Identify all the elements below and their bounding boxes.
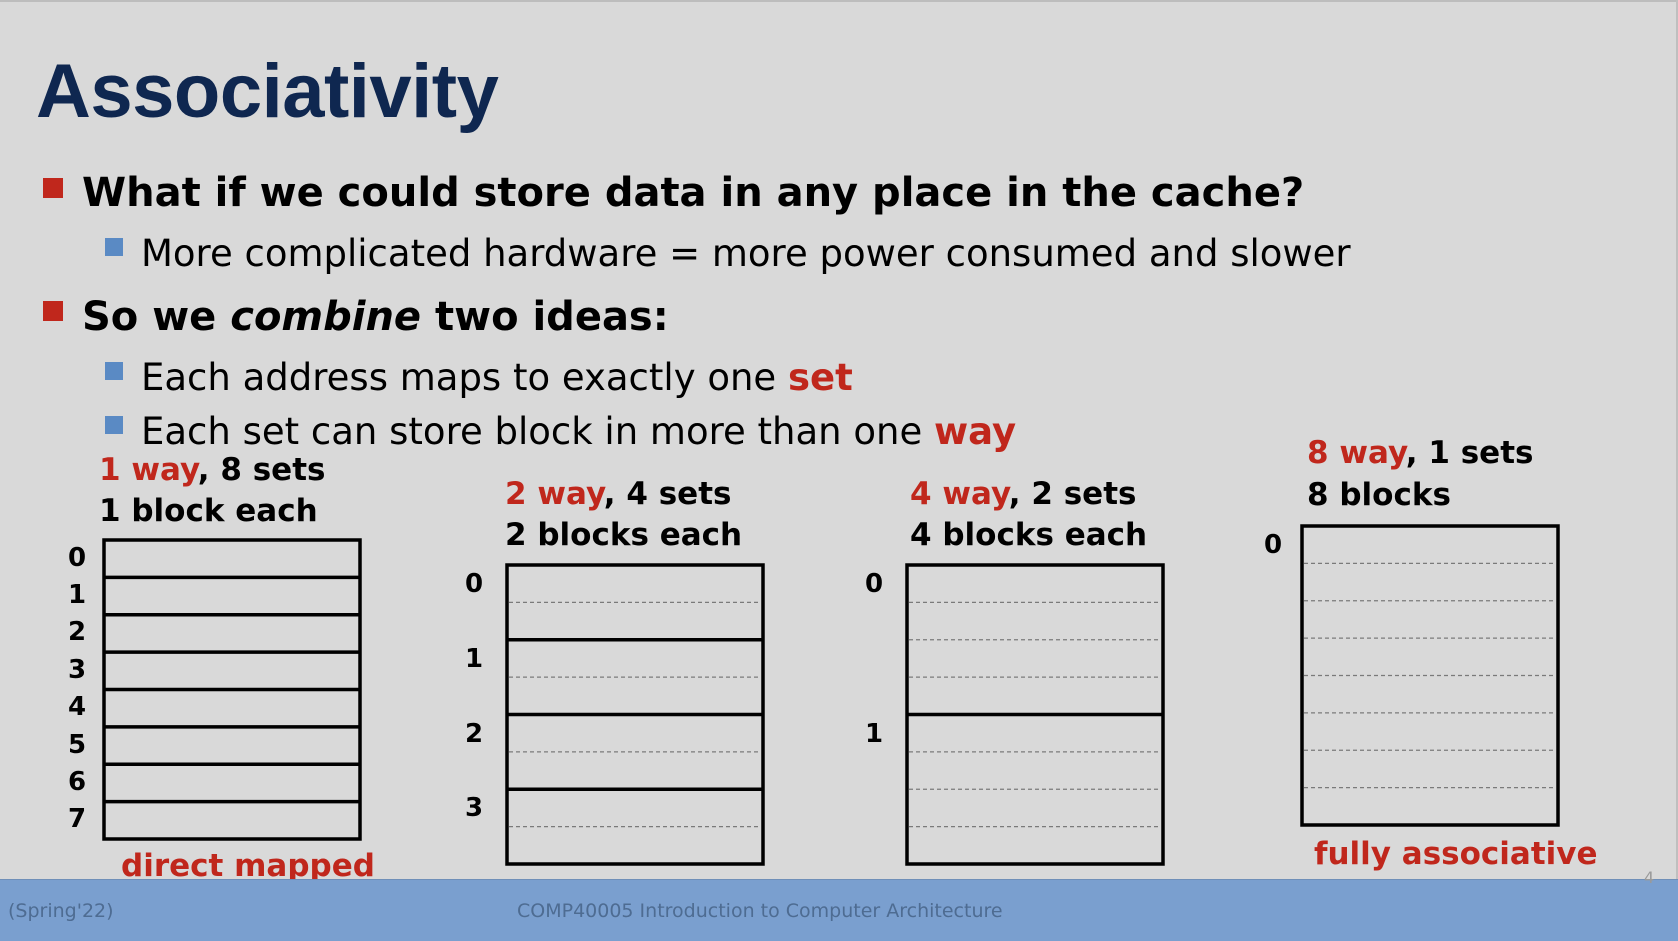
cache4-caption: fully associative	[1314, 836, 1598, 872]
set-index-label: 3	[464, 793, 484, 824]
set-index-label: 1	[67, 580, 87, 611]
bullet-combine-em: combine	[230, 294, 422, 340]
sub-bullet-square-blue-icon	[105, 238, 123, 256]
sub-bullet-hardware: More complicated hardware = more power c…	[141, 232, 1351, 275]
set-index-label: 0	[1263, 530, 1283, 560]
footer-bar: (Spring'22) COMP40005 Introduction to Co…	[0, 879, 1678, 941]
cache4-sets-label: , 1 sets	[1405, 435, 1534, 471]
sub-bullet-square-blue-icon	[105, 362, 123, 380]
bullet-combine-post: two ideas:	[421, 294, 669, 340]
sub-bullet-way-text: Each set can store block in more than on…	[141, 410, 934, 453]
sub-bullet-set-text: Each address maps to exactly one	[141, 356, 788, 399]
set-index-label: 0	[67, 542, 87, 573]
footer-course: COMP40005 Introduction to Computer Archi…	[517, 900, 1003, 922]
bullet-store-anywhere: What if we could store data in any place…	[82, 170, 1305, 216]
cache2-diagram	[505, 563, 765, 866]
cache2-way-label: 2 way	[505, 476, 604, 512]
cache4-blocks-label: 8 blocks	[1307, 477, 1451, 513]
cache1-way-label: 1 way	[99, 452, 198, 488]
sub-bullet-set: Each address maps to exactly one set	[141, 356, 853, 399]
cache2-config-label: 2 way, 4 sets	[505, 474, 731, 514]
cache2-sets-label: , 4 sets	[603, 476, 732, 512]
top-border	[0, 0, 1678, 2]
set-index-label: 0	[864, 569, 884, 599]
cache3-config-label: 4 way, 2 sets	[910, 474, 1136, 514]
cache2-blocks-label: 2 blocks each	[505, 517, 743, 553]
sub-bullet-way-highlight: way	[933, 410, 1017, 453]
set-index-label: 1	[464, 643, 484, 674]
cache3-sets-label: , 2 sets	[1008, 476, 1137, 512]
set-index-label: 7	[67, 804, 87, 835]
set-index-label: 2	[67, 617, 87, 648]
set-index-label: 0	[464, 569, 484, 599]
sub-bullet-set-highlight: set	[787, 356, 853, 399]
cache1-sets-label: , 8 sets	[197, 452, 326, 488]
cache4-diagram	[1300, 524, 1560, 827]
cache4-way-label: 8 way	[1307, 435, 1406, 471]
bullet-square-red-icon	[43, 178, 63, 198]
sub-bullet-square-blue-icon	[105, 416, 123, 434]
set-index-label: 4	[67, 692, 87, 723]
page-number: 4	[1644, 868, 1655, 887]
set-index-label: 3	[67, 654, 87, 685]
bullet-square-red-icon	[43, 301, 63, 321]
bullet-combine-ideas: So we combine two ideas:	[82, 294, 669, 340]
bullet-combine-pre: So we	[82, 294, 231, 340]
slide-title: Associativity	[36, 49, 499, 134]
cache3-way-label: 4 way	[910, 476, 1009, 512]
cache1-blocks-label: 1 block each	[99, 493, 318, 529]
set-index-label: 6	[67, 766, 87, 797]
cache1-diagram	[102, 538, 362, 841]
cache1-config-label: 1 way, 8 sets	[99, 450, 325, 490]
set-index-label: 5	[67, 729, 87, 760]
set-index-label: 2	[464, 718, 484, 749]
cache3-blocks-label: 4 blocks each	[910, 517, 1148, 553]
cache3-diagram	[905, 563, 1165, 866]
set-index-label: 1	[864, 718, 884, 749]
footer-term: (Spring'22)	[8, 900, 114, 922]
sub-bullet-way: Each set can store block in more than on…	[141, 410, 1016, 453]
cache4-config-label: 8 way, 1 sets	[1307, 433, 1533, 473]
